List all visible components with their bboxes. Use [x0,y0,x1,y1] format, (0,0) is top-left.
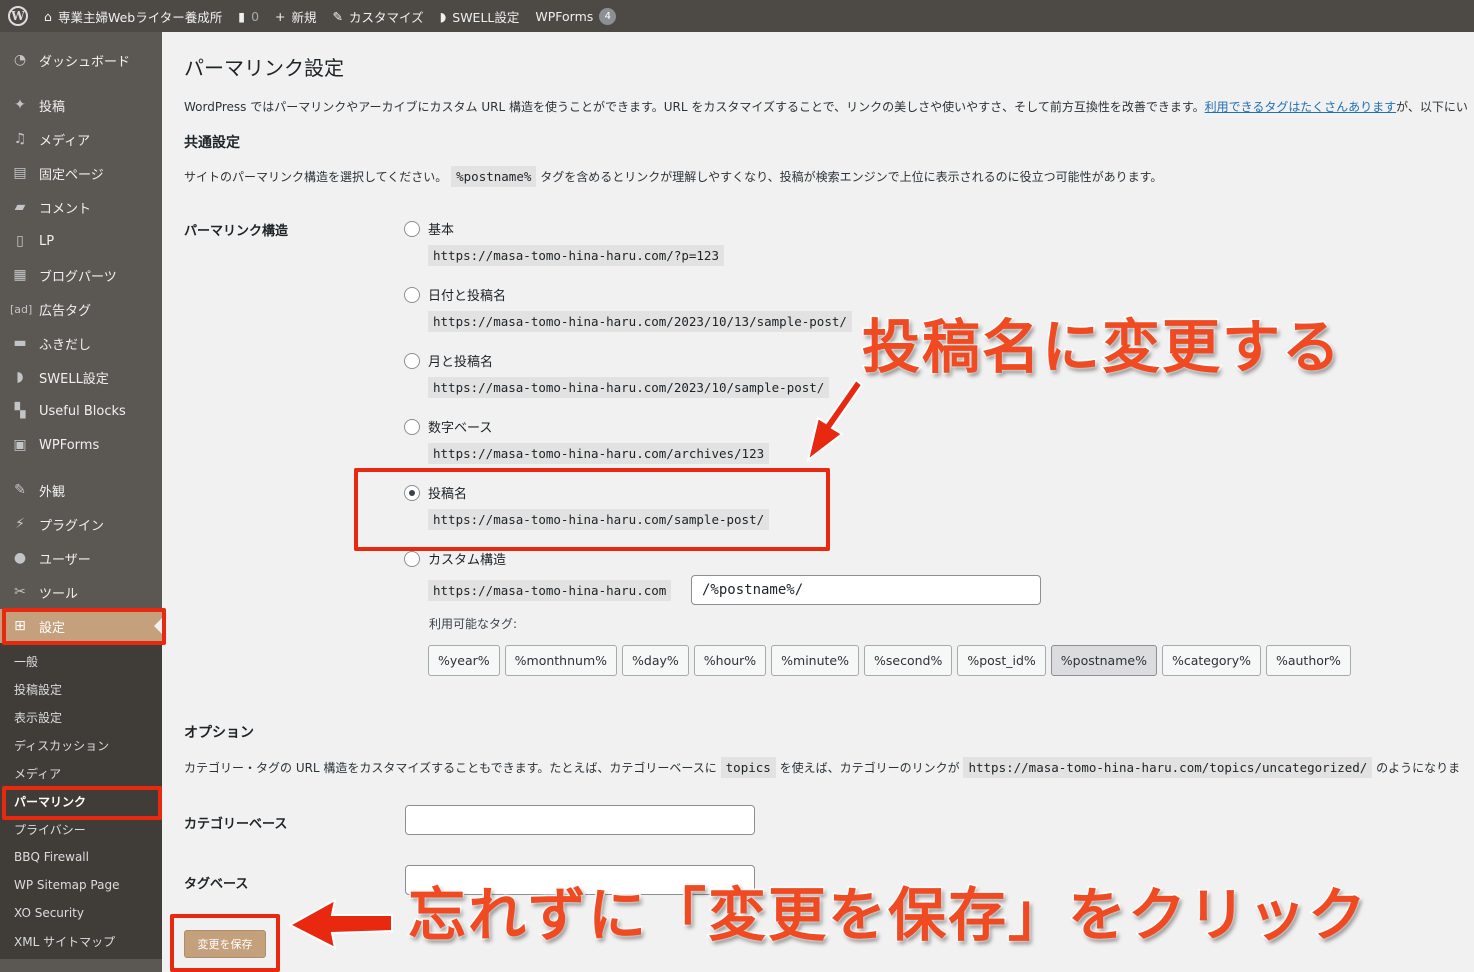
arrow-to-save [287,898,393,950]
annotation-arrows [287,378,864,950]
arrow-to-post-name [806,378,864,463]
